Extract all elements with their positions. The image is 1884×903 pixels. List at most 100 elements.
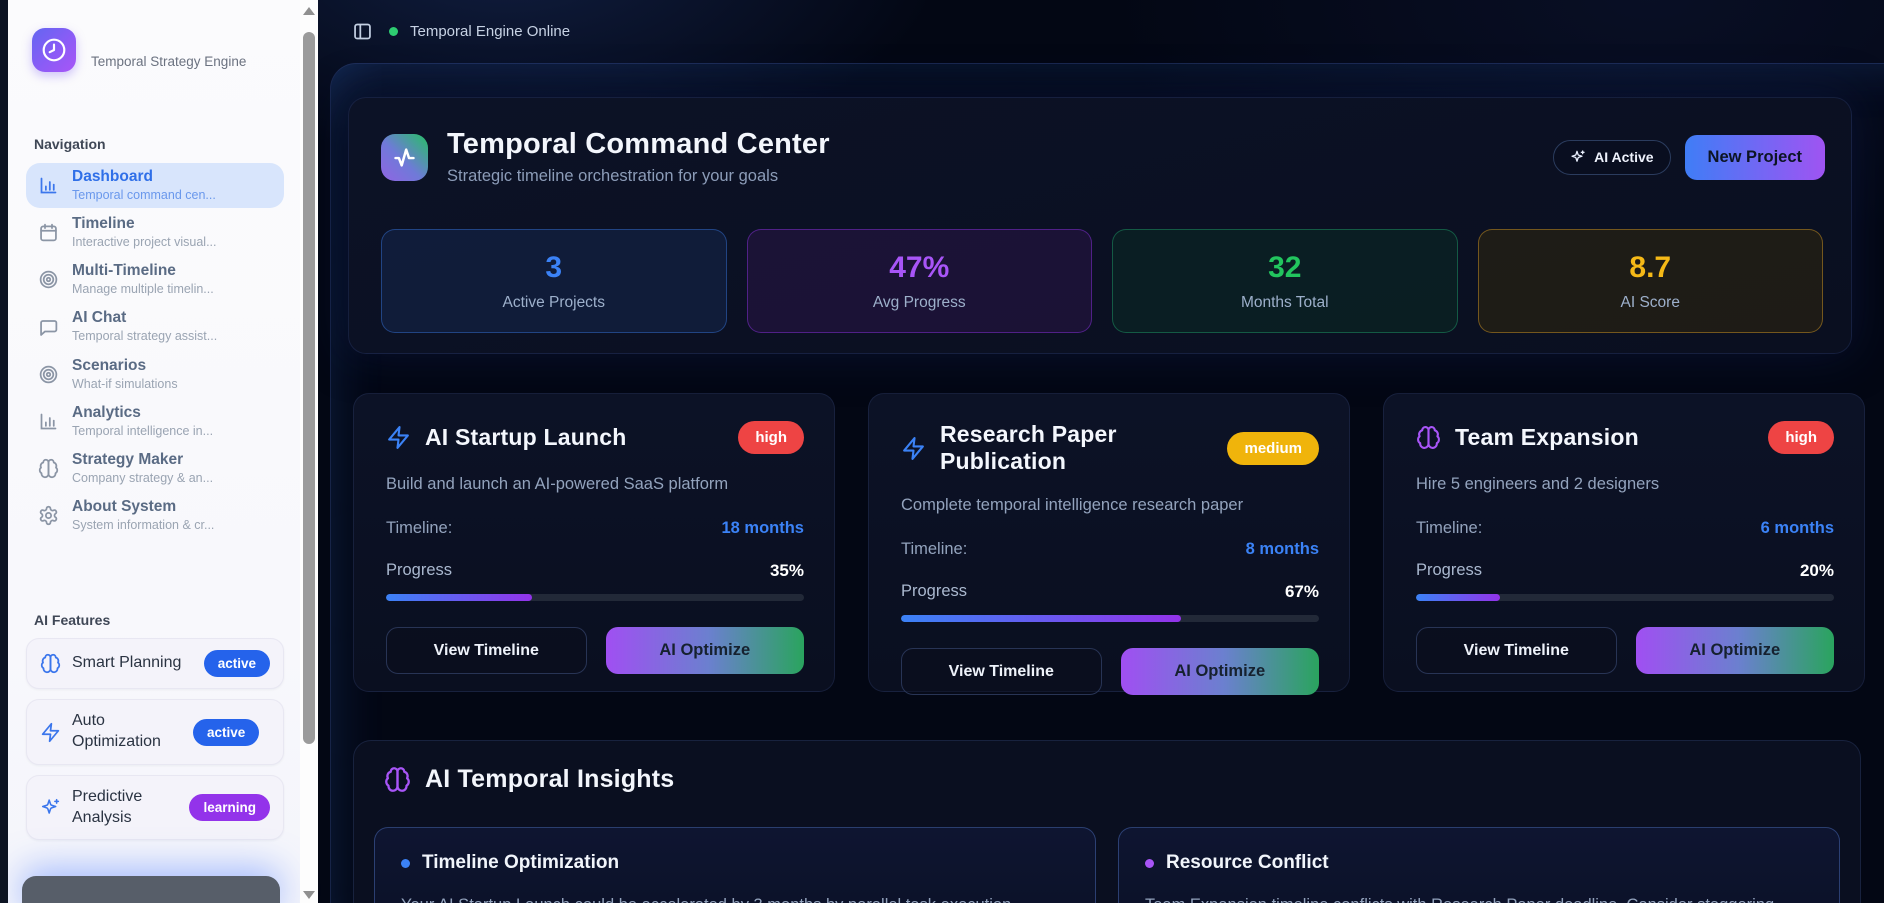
top-bar: Temporal Engine Online (318, 0, 1884, 62)
brain-icon (384, 766, 411, 793)
progress-fill (386, 594, 532, 601)
stat-label: Months Total (1241, 294, 1329, 312)
engine-status: Temporal Engine Online (389, 23, 570, 40)
timeline-value: 6 months (1761, 519, 1834, 538)
sparkles-icon (1570, 149, 1586, 165)
project-title: Research Paper Publication (940, 421, 1227, 475)
ai-optimize-button[interactable]: AI Optimize (606, 627, 805, 674)
sidebar-item-about-system[interactable]: About System System information & cr... (26, 493, 284, 538)
command-center-titles: Temporal Command Center Strategic timeli… (447, 128, 1553, 186)
timeline-value: 18 months (721, 519, 804, 538)
chat-icon (38, 317, 59, 338)
nav-item-desc: Temporal intelligence in... (72, 423, 213, 439)
ai-insights-panel: AI Temporal Insights Timeline Optimizati… (353, 740, 1861, 903)
insights-title: AI Temporal Insights (425, 765, 674, 794)
ai-features-label: AI Features (34, 612, 300, 628)
project-description: Complete temporal intelligence research … (901, 496, 1319, 515)
new-project-button[interactable]: New Project (1685, 135, 1825, 180)
brain-icon (38, 458, 59, 479)
sidebar: Temporal Strategy Engine Navigation Dash… (8, 0, 300, 903)
scrollbar-thumb[interactable] (303, 32, 315, 744)
nav-item-label: Timeline (72, 215, 217, 234)
feature-label: Auto Optimization (72, 711, 182, 753)
ai-optimize-button[interactable]: AI Optimize (1121, 648, 1320, 695)
stat-label: Avg Progress (873, 294, 966, 312)
bar-chart-icon (38, 175, 59, 196)
progress-bar (386, 594, 804, 601)
sidebar-item-ai-chat[interactable]: AI Chat Temporal strategy assist... (26, 304, 284, 349)
progress-bar (901, 615, 1319, 622)
target-icon (38, 364, 59, 385)
stat-value: 8.7 (1629, 251, 1671, 285)
project-title: Team Expansion (1455, 424, 1768, 451)
nav-item-desc: Temporal strategy assist... (72, 328, 217, 344)
progress-fill (1416, 594, 1500, 601)
project-description: Build and launch an AI-powered SaaS plat… (386, 475, 804, 494)
activity-icon (381, 134, 428, 181)
ai-active-badge[interactable]: AI Active (1553, 140, 1670, 175)
bar-chart-icon (38, 411, 59, 432)
feature-predictive-analysis[interactable]: Predictive Analysis learning (26, 775, 284, 841)
progress-value: 67% (1285, 582, 1319, 602)
insight-title: Timeline Optimization (422, 852, 619, 874)
insight-title: Resource Conflict (1166, 852, 1329, 874)
timeline-label: Timeline: (901, 540, 967, 559)
clock-icon (32, 28, 76, 72)
project-card-research-paper: Research Paper Publication medium Comple… (868, 393, 1350, 692)
view-timeline-button[interactable]: View Timeline (386, 627, 587, 674)
target-icon (38, 269, 59, 290)
nav-item-desc: What-if simulations (72, 376, 178, 392)
sidebar-item-strategy-maker[interactable]: Strategy Maker Company strategy & an... (26, 446, 284, 491)
main-content: Temporal Engine Online Temporal Command … (318, 0, 1884, 903)
nav-item-label: Scenarios (72, 357, 178, 376)
nav-item-label: Analytics (72, 404, 213, 423)
view-timeline-button[interactable]: View Timeline (901, 648, 1102, 695)
scroll-up-arrow[interactable] (303, 7, 315, 15)
feature-label: Predictive Analysis (72, 787, 178, 829)
stat-label: Active Projects (502, 294, 605, 312)
ai-active-label: AI Active (1594, 149, 1653, 165)
progress-bar (1416, 594, 1834, 601)
bullet-dot-icon (401, 859, 410, 868)
feature-auto-optimization[interactable]: Auto Optimization active (26, 699, 284, 765)
stat-ai-score: 8.7 AI Score (1478, 229, 1824, 333)
nav-item-label: Strategy Maker (72, 451, 213, 470)
nav-item-label: Multi-Timeline (72, 262, 214, 281)
scroll-down-arrow[interactable] (303, 891, 315, 899)
priority-badge: high (738, 421, 804, 454)
sidebar-scrollbar[interactable] (300, 0, 318, 903)
priority-badge: medium (1227, 432, 1319, 465)
stat-value: 3 (545, 251, 562, 285)
window-edge (0, 0, 8, 903)
nav-item-label: About System (72, 498, 214, 517)
command-center-card: Temporal Command Center Strategic timeli… (348, 97, 1852, 354)
feature-smart-planning[interactable]: Smart Planning active (26, 638, 284, 689)
feature-label: Smart Planning (72, 653, 193, 674)
nav-section-label: Navigation (34, 136, 300, 152)
stat-value: 47% (889, 251, 949, 285)
insight-text: Your AI Startup Launch could be accelera… (401, 893, 1069, 903)
nav-list: Dashboard Temporal command cen... Timeli… (8, 163, 300, 538)
sidebar-item-dashboard[interactable]: Dashboard Temporal command cen... (26, 163, 284, 208)
nav-item-desc: Temporal command cen... (72, 187, 216, 203)
timeline-label: Timeline: (386, 519, 452, 538)
sidebar-item-analytics[interactable]: Analytics Temporal intelligence in... (26, 399, 284, 444)
lightning-icon (40, 722, 61, 743)
sidebar-toggle-icon[interactable] (352, 21, 373, 42)
sparkles-icon (40, 797, 61, 818)
progress-label: Progress (386, 561, 452, 581)
nav-item-desc: Company strategy & an... (72, 470, 213, 486)
stat-avg-progress: 47% Avg Progress (747, 229, 1093, 333)
project-description: Hire 5 engineers and 2 designers (1416, 475, 1834, 494)
timeline-label: Timeline: (1416, 519, 1482, 538)
calendar-icon (38, 222, 59, 243)
progress-label: Progress (1416, 561, 1482, 581)
insight-text: Team Expansion timeline conflicts with R… (1145, 893, 1813, 903)
project-card-team-expansion: Team Expansion high Hire 5 engineers and… (1383, 393, 1865, 692)
sidebar-item-timeline[interactable]: Timeline Interactive project visual... (26, 210, 284, 255)
ai-optimize-button[interactable]: AI Optimize (1636, 627, 1835, 674)
view-timeline-button[interactable]: View Timeline (1416, 627, 1617, 674)
sidebar-item-multi-timeline[interactable]: Multi-Timeline Manage multiple timelin..… (26, 257, 284, 302)
sidebar-item-scenarios[interactable]: Scenarios What-if simulations (26, 352, 284, 397)
progress-value: 20% (1800, 561, 1834, 581)
